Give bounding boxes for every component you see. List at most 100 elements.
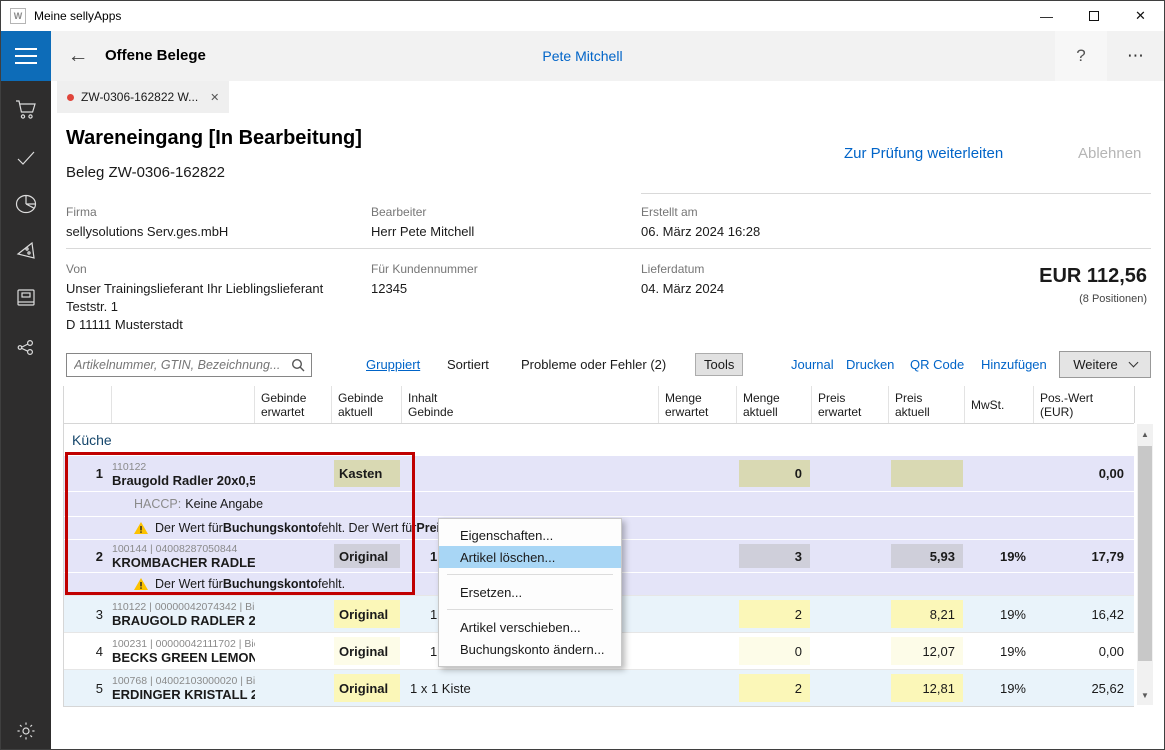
chevron-down-icon	[1128, 358, 1138, 368]
kundennummer-value: 12345	[371, 281, 407, 296]
title-bar: W Meine sellyApps — ✕	[1, 1, 1164, 31]
preis-aktuell-cell[interactable]: 12,81	[891, 674, 963, 702]
tab-document[interactable]: ZW-0306-162822 W... ✕	[57, 81, 229, 113]
firma-label: Firma	[66, 205, 97, 219]
user-name-link[interactable]: Pete Mitchell	[1, 48, 1164, 64]
preis-aktuell-cell[interactable]	[891, 460, 963, 487]
context-menu: Eigenschaften... Artikel löschen... Erse…	[438, 518, 622, 667]
scroll-up-icon[interactable]: ▲	[1137, 426, 1153, 442]
tab-close-icon[interactable]: ✕	[210, 91, 219, 104]
menu-item-ersetzen[interactable]: Ersetzen...	[439, 581, 621, 603]
erstellt-am-label: Erstellt am	[641, 205, 698, 219]
more-options-button[interactable]: ⋯	[1109, 31, 1164, 81]
gebinde-chip[interactable]: Original	[334, 600, 400, 628]
view-sorted-link[interactable]: Sortiert	[447, 357, 489, 372]
menu-item-artikel-loeschen[interactable]: Artikel löschen...	[439, 546, 621, 568]
pie-chart-icon[interactable]	[1, 187, 51, 221]
print-link[interactable]: Drucken	[846, 357, 894, 372]
vertical-scrollbar[interactable]: ▲ ▼	[1137, 424, 1153, 705]
article-name: BECKS GREEN LEMON 24...	[112, 651, 255, 665]
menu-separator	[447, 574, 613, 575]
menge-aktuell-cell[interactable]: 3	[739, 544, 810, 568]
haccp-label: HACCP:	[134, 497, 181, 511]
von-line2: Teststr. 1	[66, 299, 118, 314]
preis-aktuell-cell[interactable]: 5,93	[891, 544, 963, 568]
article-cell: 100768 | 04002103000020 | Bier... ERDING…	[112, 670, 255, 706]
row-number: 4	[64, 633, 112, 669]
document-title: Wareneingang [In Bearbeitung]	[66, 127, 362, 150]
warning-icon	[134, 522, 148, 534]
share-icon[interactable]	[1, 331, 51, 365]
pos-wert-cell: 25,62	[1034, 670, 1135, 706]
mwst-cell: 19%	[965, 540, 1034, 572]
article-cell: 110122 Braugold Radler 20x0,5l	[112, 456, 255, 491]
total-amount: EUR 112,56	[1039, 265, 1147, 288]
menu-item-buchungskonto-aendern[interactable]: Buchungskonto ändern...	[439, 638, 621, 660]
search-icon[interactable]	[291, 358, 305, 372]
col-menge-erwartet[interactable]: Mengeerwartet	[659, 386, 737, 423]
scroll-down-icon[interactable]: ▼	[1137, 687, 1153, 703]
scrollbar-thumb[interactable]	[1138, 446, 1152, 661]
menu-item-artikel-verschieben[interactable]: Artikel verschieben...	[439, 616, 621, 638]
col-gebinde-erwartet[interactable]: Gebindeerwartet	[255, 386, 332, 423]
reject-link[interactable]: Ablehnen	[1078, 145, 1141, 162]
divider	[66, 248, 1151, 249]
von-line3: D 11111 Musterstadt	[66, 317, 183, 332]
preis-aktuell-cell[interactable]: 8,21	[891, 600, 963, 628]
gebinde-chip[interactable]: Kasten	[334, 460, 400, 487]
add-link[interactable]: Hinzufügen	[981, 357, 1047, 372]
minimize-button[interactable]: —	[1023, 1, 1070, 31]
col-pos-wert[interactable]: Pos.-Wert(EUR)	[1034, 386, 1135, 423]
search-box	[66, 353, 312, 377]
mwst-cell: 19%	[965, 633, 1034, 669]
window-title: Meine sellyApps	[34, 9, 121, 23]
maximize-icon	[1089, 11, 1099, 21]
pizza-slice-icon[interactable]	[1, 234, 51, 268]
menge-aktuell-cell[interactable]: 2	[739, 674, 810, 702]
table-row[interactable]: 1 110122 Braugold Radler 20x0,5l Kasten …	[64, 456, 1134, 491]
view-problems-link[interactable]: Probleme oder Fehler (2)	[521, 357, 666, 372]
journal-link[interactable]: Journal	[791, 357, 834, 372]
view-grouped-link[interactable]: Gruppiert	[366, 357, 420, 372]
row-number: 3	[64, 596, 112, 632]
mwst-cell	[965, 456, 1034, 491]
forward-for-review-link[interactable]: Zur Prüfung weiterleiten	[844, 145, 1003, 162]
cart-icon[interactable]	[1, 93, 51, 127]
preis-aktuell-cell[interactable]: 12,07	[891, 637, 963, 665]
gear-icon[interactable]	[1, 714, 51, 748]
maximize-button[interactable]	[1070, 1, 1117, 31]
von-line1: Unser Trainingslieferant Ihr Lieblingsli…	[66, 281, 323, 296]
help-button[interactable]: ?	[1055, 31, 1107, 81]
weitere-dropdown-button[interactable]: Weitere	[1059, 351, 1151, 378]
article-code: 100231 | 00000042111702 | Bier...	[112, 637, 255, 651]
search-input[interactable]	[67, 358, 291, 372]
app-window: W Meine sellyApps — ✕ ← Offene Belege Pe…	[0, 0, 1165, 750]
unsaved-dot-icon	[67, 94, 74, 101]
check-icon[interactable]	[1, 141, 51, 175]
close-button[interactable]: ✕	[1117, 1, 1164, 31]
col-gebinde-aktuell[interactable]: Gebindeaktuell	[332, 386, 402, 423]
group-label-kueche[interactable]: Küche	[64, 424, 1134, 456]
bearbeiter-label: Bearbeiter	[371, 205, 426, 219]
book-icon[interactable]	[1, 281, 51, 315]
col-inhalt-gebinde[interactable]: InhaltGebinde	[402, 386, 659, 423]
lieferdatum-value: 04. März 2024	[641, 281, 724, 296]
col-preis-aktuell[interactable]: Preisaktuell	[889, 386, 965, 423]
article-name: ERDINGER KRISTALL 20X...	[112, 688, 255, 702]
qr-code-link[interactable]: QR Code	[910, 357, 964, 372]
gebinde-chip[interactable]: Original	[334, 674, 400, 702]
col-mwst[interactable]: MwSt.	[965, 386, 1034, 423]
gebinde-chip[interactable]: Original	[334, 544, 400, 568]
menge-aktuell-cell[interactable]: 0	[739, 637, 810, 665]
gebinde-chip[interactable]: Original	[334, 637, 400, 665]
table-row[interactable]: 5 100768 | 04002103000020 | Bier... ERDI…	[64, 669, 1134, 706]
menge-aktuell-cell[interactable]: 2	[739, 600, 810, 628]
col-preis-erwartet[interactable]: Preiserwartet	[812, 386, 889, 423]
col-menge-aktuell[interactable]: Mengeaktuell	[737, 386, 812, 423]
menu-item-eigenschaften[interactable]: Eigenschaften...	[439, 524, 621, 546]
tools-button[interactable]: Tools	[695, 353, 743, 376]
tab-bar: ZW-0306-162822 W... ✕	[51, 81, 1164, 113]
inhalt-cell	[402, 456, 659, 491]
menge-aktuell-cell[interactable]: 0	[739, 460, 810, 487]
mwst-cell: 19%	[965, 596, 1034, 632]
